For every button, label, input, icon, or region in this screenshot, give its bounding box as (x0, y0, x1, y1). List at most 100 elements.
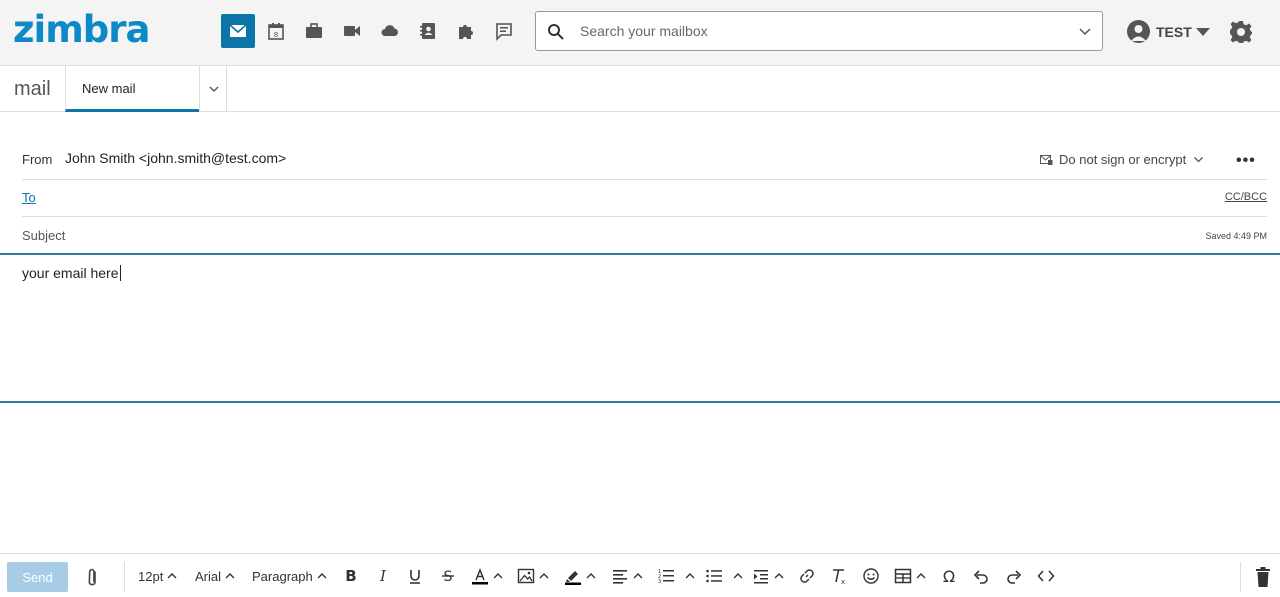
redo-button[interactable] (1005, 565, 1023, 587)
link-icon (800, 569, 814, 583)
insert-link-button[interactable] (798, 565, 816, 587)
message-body[interactable]: your email here (22, 265, 121, 281)
insert-table-button[interactable] (894, 565, 926, 587)
italic-icon: I (379, 567, 387, 585)
chevron-down-icon (1194, 157, 1204, 163)
to-row: To CC/BCC (22, 180, 1267, 217)
font-size-dropdown[interactable]: 12pt (138, 565, 177, 587)
align-button[interactable] (611, 565, 643, 587)
insert-image-button[interactable] (517, 565, 549, 587)
subject-input[interactable]: Subject (22, 228, 65, 243)
bold-button[interactable]: B (342, 565, 360, 587)
table-icon (894, 568, 912, 584)
message-body-editor[interactable]: your email here (0, 253, 1280, 403)
tab-new-mail[interactable]: New mail (65, 66, 199, 112)
paperclip-icon[interactable] (84, 567, 106, 587)
cloud-app-button[interactable] (373, 14, 407, 48)
zimbra-logo[interactable]: zimbra (13, 8, 150, 51)
from-select[interactable]: John Smith <john.smith@test.com> (65, 150, 286, 166)
text-color-button[interactable] (471, 565, 503, 587)
gear-icon[interactable] (1229, 20, 1253, 44)
calendar-app-button[interactable]: 8 (259, 14, 293, 48)
strikethrough-button[interactable]: S (439, 565, 457, 587)
sign-encrypt-label: Do not sign or encrypt (1059, 152, 1187, 167)
app-switcher: 8 (221, 14, 525, 48)
undo-button[interactable] (972, 565, 990, 587)
chevron-up-icon (774, 573, 784, 579)
chevron-up-icon (317, 573, 327, 579)
avatar (1127, 20, 1150, 43)
puzzle-icon (459, 25, 473, 39)
mail-app-button[interactable] (221, 14, 255, 48)
more-options-button[interactable]: ••• (1236, 152, 1256, 170)
subject-row[interactable]: Subject Saved 4:49 PM (22, 217, 1267, 253)
message-body-text: your email here (22, 265, 119, 281)
saved-status: Saved 4:49 PM (1205, 231, 1267, 241)
from-label: From (22, 152, 53, 167)
svg-text:8: 8 (274, 31, 278, 39)
code-icon (1037, 570, 1055, 582)
svg-text:B: B (345, 567, 356, 585)
clear-format-icon: x (833, 569, 845, 585)
chevron-up-icon (586, 573, 596, 579)
caret-down-icon (1195, 27, 1210, 36)
omega-icon: Ω (943, 567, 955, 585)
video-icon (344, 26, 360, 36)
source-code-button[interactable] (1037, 565, 1055, 587)
numbered-list-icon: 123 (658, 569, 674, 585)
clear-formatting-button[interactable]: x (830, 565, 848, 587)
search-box (535, 11, 1103, 51)
bullet-list-icon (706, 569, 722, 583)
chevron-up-icon (539, 573, 549, 579)
chevron-down-icon[interactable] (1078, 24, 1092, 38)
chevron-down-icon (209, 86, 219, 92)
video-app-button[interactable] (335, 14, 369, 48)
user-menu[interactable]: TEST (1127, 20, 1210, 43)
indent-button[interactable] (752, 565, 784, 587)
svg-text:3: 3 (658, 579, 661, 585)
chevron-up-icon (167, 573, 177, 579)
contacts-icon (420, 23, 435, 39)
section-title[interactable]: mail (14, 78, 51, 101)
font-family-dropdown[interactable]: Arial (195, 565, 235, 587)
numbered-list-button[interactable]: 123 (657, 565, 695, 587)
italic-button[interactable]: I (374, 565, 392, 587)
tab-overflow-button[interactable] (199, 66, 227, 112)
compose-toolbar: Send 12pt Arial Paragraph B I S 123 x Ω (0, 553, 1280, 597)
strikethrough-icon: S (442, 569, 454, 585)
contacts-app-button[interactable] (411, 14, 445, 48)
emoji-button[interactable] (862, 565, 880, 587)
briefcase-icon (306, 23, 322, 38)
underline-button[interactable] (406, 565, 424, 587)
bold-icon: B (345, 567, 356, 585)
chevron-up-icon (916, 573, 926, 579)
special-character-button[interactable]: Ω (940, 565, 958, 587)
text-cursor (119, 265, 121, 281)
toolbar-divider (1240, 562, 1241, 592)
to-button[interactable]: To (22, 190, 36, 205)
trash-icon[interactable] (1254, 566, 1272, 588)
briefcase-app-button[interactable] (297, 14, 331, 48)
send-button[interactable]: Send (7, 562, 68, 592)
highlighter-icon (565, 571, 581, 585)
chat-app-button[interactable] (487, 14, 521, 48)
search-icon[interactable] (547, 23, 565, 41)
cc-bcc-link[interactable]: CC/BCC (1225, 191, 1267, 203)
tab-bar: mail New mail (0, 66, 1280, 112)
search-input[interactable] (580, 20, 1060, 42)
text-color-icon (472, 567, 488, 585)
emoji-icon (863, 568, 879, 584)
redo-icon (1007, 570, 1022, 584)
sign-encrypt-dropdown[interactable]: Do not sign or encrypt (1040, 152, 1210, 167)
block-format-dropdown[interactable]: Paragraph (252, 565, 327, 587)
align-left-icon (613, 570, 627, 584)
bullet-list-button[interactable] (705, 565, 743, 587)
chevron-up-icon (493, 573, 503, 579)
highlight-color-button[interactable] (564, 565, 596, 587)
mail-icon (229, 24, 247, 37)
user-icon (1131, 25, 1146, 41)
zimlets-app-button[interactable] (449, 14, 483, 48)
toolbar-divider (124, 562, 125, 592)
calendar-icon: 8 (268, 23, 284, 40)
secure-mail-icon (1040, 154, 1053, 165)
